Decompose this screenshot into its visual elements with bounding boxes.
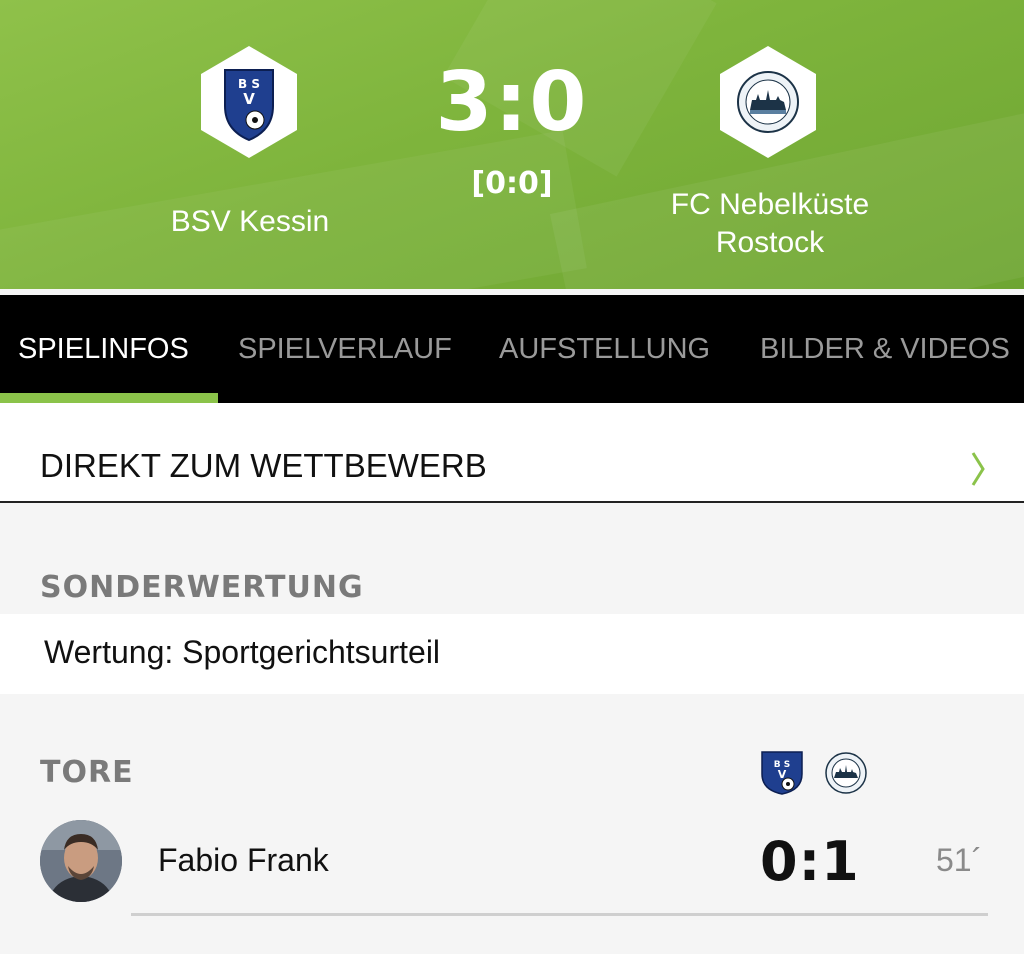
- special-rating-text: Wertung: Sportgerichtsurteil: [44, 634, 441, 670]
- goal-score: 0:1: [760, 830, 860, 893]
- svg-text:B S: B S: [238, 77, 260, 91]
- goal-minute: 51´: [936, 842, 983, 878]
- tab-bilder-videos[interactable]: BILDER & VIDEOS: [760, 295, 1010, 403]
- competition-link[interactable]: DIREKT ZUM WETTBEWERB: [0, 403, 1024, 503]
- active-tab-indicator: [0, 393, 218, 403]
- divider: [131, 913, 988, 916]
- away-team-name-line1: FC Nebelküste: [670, 188, 870, 221]
- special-rating-row: Wertung: Sportgerichtsurteil: [0, 614, 1024, 694]
- tab-spielverlauf[interactable]: SPIELVERLAUF: [238, 295, 452, 403]
- home-team-mini-logo: B S V: [760, 748, 804, 796]
- away-team-logo[interactable]: [716, 44, 820, 160]
- away-team-name[interactable]: FC Nebelküste Rostock: [620, 186, 920, 262]
- player-avatar: [40, 820, 122, 902]
- goal-scorer-name: Fabio Frank: [158, 842, 329, 878]
- away-team-mini-logo: [824, 751, 868, 799]
- goal-item[interactable]: Fabio Frank 0:1 51´: [0, 808, 1024, 918]
- competition-link-label: DIREKT ZUM WETTBEWERB: [40, 447, 487, 484]
- tab-aufstellung[interactable]: AUFSTELLUNG: [499, 295, 710, 403]
- match-header: B S V 3:0 [0:0] BSV Kessin FC Nebelküste…: [0, 0, 1024, 289]
- chevron-right-icon: [971, 452, 985, 486]
- goals-heading: TORE: [40, 755, 134, 790]
- halftime-score: [0:0]: [471, 166, 553, 201]
- home-team-name[interactable]: BSV Kessin: [140, 203, 360, 241]
- home-team-logo[interactable]: B S V: [197, 44, 301, 160]
- tab-spielinfos[interactable]: SPIELINFOS: [18, 295, 189, 403]
- away-team-name-line2: Rostock: [715, 226, 825, 259]
- final-score: 3:0: [435, 55, 589, 150]
- svg-text:V: V: [243, 90, 255, 108]
- special-rating-heading: SONDERWERTUNG: [40, 570, 364, 605]
- tab-bar: SPIELINFOS SPIELVERLAUF AUFSTELLUNG BILD…: [0, 295, 1024, 403]
